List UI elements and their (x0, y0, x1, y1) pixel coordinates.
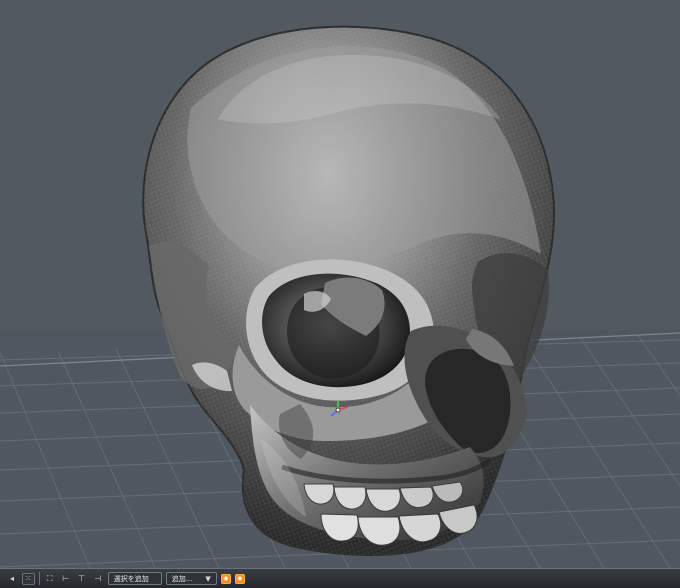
grid-icon[interactable]: ⁙ (22, 572, 35, 585)
3d-modeling-window: ◂ ⁙ ⛶ ⊢ ⊤ ⊣ 選択を追加 追加... ▼ ◉ ◉ (0, 0, 680, 588)
align-top-icon[interactable]: ⊤ (76, 573, 88, 585)
selection-add-button[interactable]: 選択を追加 (107, 572, 162, 585)
toolbar-separator (38, 572, 40, 585)
left-arrow-icon[interactable]: ◂ (6, 573, 18, 585)
expand-icon[interactable]: ⛶ (44, 573, 56, 585)
bottom-toolbar: ◂ ⁙ ⛶ ⊢ ⊤ ⊣ 選択を追加 追加... ▼ ◉ ◉ (0, 568, 680, 588)
3d-viewport[interactable] (0, 0, 680, 568)
align-left-icon[interactable]: ⊢ (60, 573, 72, 585)
add-dropdown[interactable]: 追加... ▼ (165, 572, 217, 585)
orange-toggle-icon[interactable]: ◉ (220, 573, 231, 584)
chevron-down-icon: ▼ (205, 574, 211, 583)
align-right-icon[interactable]: ⊣ (92, 573, 104, 585)
add-dropdown-label: 追加... (171, 574, 193, 583)
orange-toggle-icon[interactable]: ◉ (234, 573, 245, 584)
skull-scene[interactable] (0, 0, 680, 568)
